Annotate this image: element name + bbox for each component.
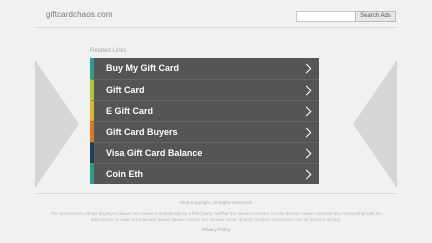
related-link-buy-my-gift-card[interactable]: Buy My Gift Card [90,58,319,79]
arrow-right-icon[interactable] [353,60,397,188]
chevron-right-icon [301,169,312,180]
related-link-visa-gift-card-balance[interactable]: Visa Gift Card Balance [90,142,319,163]
related-links-list: Buy My Gift Card Gift Card E Gift Card G… [90,58,319,184]
link-label: Visa Gift Card Balance [106,148,203,158]
related-link-gift-card-buyers[interactable]: Gift Card Buyers [90,121,319,142]
arrow-left-icon[interactable] [35,60,79,188]
link-label: Gift Card Buyers [106,127,178,137]
header-divider [35,27,397,28]
copyright-text: 2018 Copyright. All Rights Reserved. [179,200,253,205]
chevron-right-icon [301,127,312,138]
footer-divider [35,193,397,194]
link-label: Gift Card [106,85,145,95]
link-label: Coin Eth [106,169,143,179]
chevron-right-icon [301,148,312,159]
related-link-coin-eth[interactable]: Coin Eth [90,163,319,184]
chevron-right-icon [301,63,312,74]
privacy-policy-link[interactable]: Privacy Policy [0,227,432,232]
disclaimer-text: The Sponsored Listings displayed above a… [50,211,382,222]
chevron-right-icon [301,85,312,96]
chevron-right-icon [301,106,312,117]
search-input[interactable] [296,11,356,22]
search-ads-button[interactable]: Search Ads [355,11,396,22]
site-domain: giftcardchaos.com [46,10,113,19]
link-label: E Gift Card [106,106,154,116]
link-label: Buy My Gift Card [106,63,180,73]
related-link-e-gift-card[interactable]: E Gift Card [90,100,319,121]
related-link-gift-card[interactable]: Gift Card [90,79,319,100]
related-links-label: Related Links [90,48,127,54]
